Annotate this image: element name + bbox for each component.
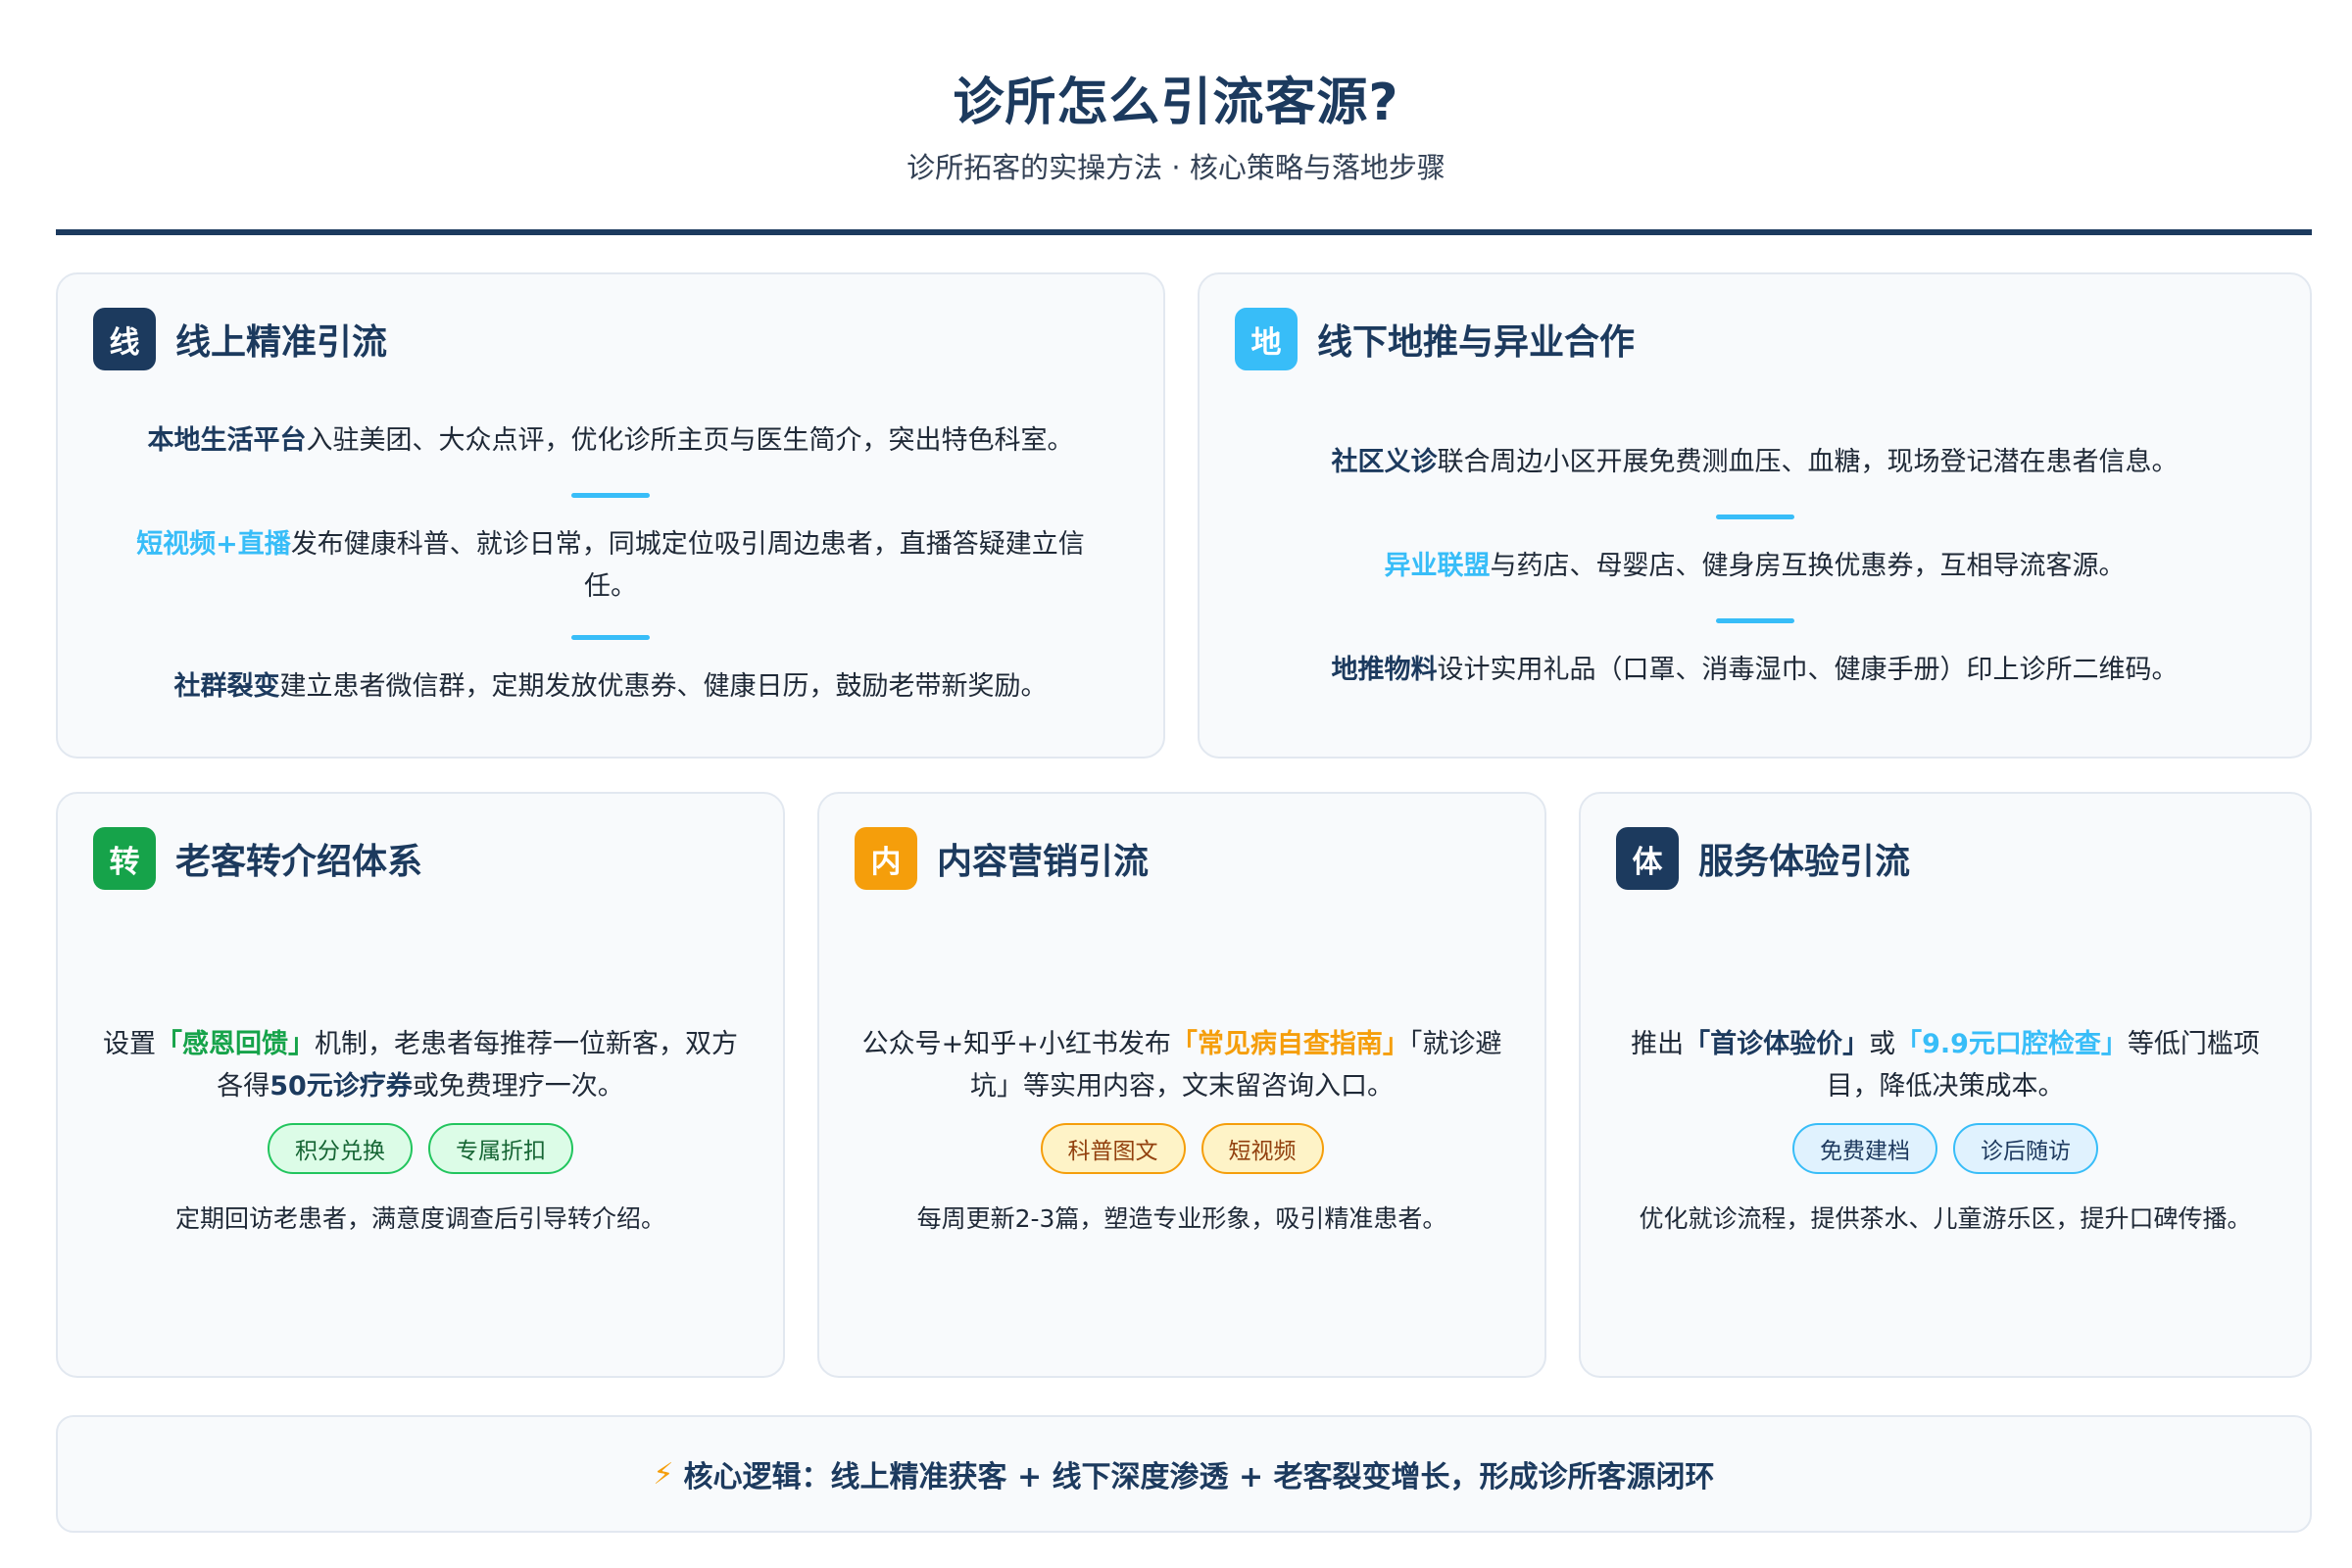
badge-icon: 体: [1616, 827, 1679, 890]
highlight-text: 「9.9元口腔检查」: [1895, 1029, 2128, 1059]
item-text: 发布健康科普、就诊日常，同城定位吸引周边患者，直播答疑建立信任。: [290, 529, 1085, 602]
tag: 科普图文: [1040, 1123, 1186, 1174]
highlight-text: 「感恩回馈」: [156, 1029, 315, 1059]
text-segment: 或: [1869, 1029, 1896, 1059]
item-key: 地推物料: [1331, 655, 1438, 685]
text-segment: 公众号+知乎+小红书发布: [861, 1029, 1171, 1059]
badge-icon: 转: [93, 827, 156, 890]
offline-item: 异业联盟与药店、母婴店、健身房互换优惠券，互相导流客源。: [1200, 545, 2310, 587]
item-text: 联合周边小区开展免费测血压、血糖，现场登记潜在患者信息。: [1437, 447, 2179, 477]
highlight-text: 50元诊疗券: [270, 1071, 413, 1102]
footer-summary: ⚡ 核心逻辑：线上精准获客 + 线下深度渗透 + 老客裂变增长，形成诊所客源闭环: [56, 1415, 2312, 1533]
service-tags: 免费建档 诊后随访: [1581, 1123, 2310, 1174]
card-offline-title: 线下地推与异业合作: [1317, 322, 1636, 363]
card-content: 内 内容营销引流 公众号+知乎+小红书发布「常见病自查指南」「就诊避坑」等实用内…: [817, 792, 1546, 1378]
item-key: 本地生活平台: [147, 425, 307, 456]
online-item: 社群裂变建立患者微信群，定期发放优惠券、健康日历，鼓励老带新奖励。: [58, 665, 1163, 708]
card-online: 线 线上精准引流 本地生活平台入驻美团、大众点评，优化诊所主页与医生简介，突出特…: [56, 272, 1165, 759]
text-segment: 设置: [103, 1029, 156, 1059]
offline-item: 社区义诊联合周边小区开展免费测血压、血糖，现场登记潜在患者信息。: [1200, 441, 2310, 483]
referral-body: 设置「感恩回馈」机制，老患者每推荐一位新客，双方各得50元诊疗券或免费理疗一次。: [97, 1023, 744, 1107]
offline-items: 社区义诊联合周边小区开展免费测血压、血糖，现场登记潜在患者信息。 异业联盟与药店…: [1200, 441, 2310, 691]
tag: 积分兑换: [268, 1123, 413, 1174]
lightning-icon: ⚡: [653, 1456, 674, 1492]
card-online-header: 线 线上精准引流: [93, 308, 387, 370]
badge-icon: 线: [93, 308, 156, 370]
item-key: 社区义诊: [1331, 447, 1438, 477]
tag: 专属折扣: [428, 1123, 573, 1174]
footer-text: 核心逻辑：线上精准获客 + 线下深度渗透 + 老客裂变增长，形成诊所客源闭环: [683, 1460, 1715, 1494]
badge-icon: 内: [855, 827, 917, 890]
card-referral-title: 老客转介绍体系: [175, 842, 423, 882]
card-content-title: 内容营销引流: [937, 842, 1150, 882]
card-referral: 转 老客转介绍体系 设置「感恩回馈」机制，老患者每推荐一位新客，双方各得50元诊…: [56, 792, 785, 1378]
tag: 诊后随访: [1953, 1123, 2098, 1174]
card-service-title: 服务体验引流: [1698, 842, 1911, 882]
item-text: 设计实用礼品（口罩、消毒湿巾、健康手册）印上诊所二维码。: [1437, 655, 2179, 685]
card-online-title: 线上精准引流: [175, 322, 388, 363]
item-key: 短视频+直播: [136, 529, 291, 560]
item-divider: [1715, 514, 1794, 519]
badge-icon: 地: [1235, 308, 1298, 370]
card-content-header: 内 内容营销引流: [855, 827, 1149, 890]
page-subtitle: 诊所拓客的实操方法 · 核心策略与落地步骤: [906, 151, 1446, 184]
tag: 免费建档: [1792, 1123, 1937, 1174]
card-offline-header: 地 线下地推与异业合作: [1235, 308, 1635, 370]
highlight-text: 「首诊体验价」: [1684, 1029, 1870, 1059]
tag: 短视频: [1200, 1123, 1324, 1174]
content-body: 公众号+知乎+小红书发布「常见病自查指南」「就诊避坑」等实用内容，文末留咨询入口…: [858, 1023, 1505, 1107]
offline-item: 地推物料设计实用礼品（口罩、消毒湿巾、健康手册）印上诊所二维码。: [1200, 649, 2310, 691]
item-text: 与药店、母婴店、健身房互换优惠券，互相导流客源。: [1490, 551, 2126, 581]
content-note: 每周更新2-3篇，塑造专业形象，吸引精准患者。: [916, 1204, 1447, 1233]
card-referral-header: 转 老客转介绍体系: [93, 827, 422, 890]
content-tags: 科普图文 短视频: [819, 1123, 1544, 1174]
card-service-header: 体 服务体验引流: [1616, 827, 1910, 890]
highlight-text: 「常见病自查指南」: [1170, 1029, 1409, 1059]
item-divider: [1715, 618, 1794, 623]
page-title: 诊所怎么引流客源?: [953, 74, 1399, 132]
online-items: 本地生活平台入驻美团、大众点评，优化诊所主页与医生简介，突出特色科室。 短视频+…: [58, 419, 1163, 708]
card-service: 体 服务体验引流 推出「首诊体验价」或「9.9元口腔检查」等低门槛项目，降低决策…: [1579, 792, 2312, 1378]
text-segment: 推出: [1631, 1029, 1685, 1059]
item-divider: [571, 493, 650, 498]
service-note: 优化就诊流程，提供茶水、儿童游乐区，提升口碑传播。: [1639, 1204, 2252, 1233]
item-text: 入驻美团、大众点评，优化诊所主页与医生简介，突出特色科室。: [306, 425, 1074, 456]
online-item: 本地生活平台入驻美团、大众点评，优化诊所主页与医生简介，突出特色科室。: [58, 419, 1163, 462]
referral-tags: 积分兑换 专属折扣: [58, 1123, 783, 1174]
item-key: 异业联盟: [1384, 551, 1491, 581]
item-key: 社群裂变: [173, 671, 280, 702]
online-item: 短视频+直播发布健康科普、就诊日常，同城定位吸引周边患者，直播答疑建立信任。: [58, 523, 1163, 608]
service-body: 推出「首诊体验价」或「9.9元口腔检查」等低门槛项目，降低决策成本。: [1620, 1023, 2271, 1107]
item-divider: [571, 635, 650, 640]
item-text: 建立患者微信群，定期发放优惠券、健康日历，鼓励老带新奖励。: [279, 671, 1048, 702]
header-divider: [56, 229, 2312, 235]
referral-note: 定期回访老患者，满意度调查后引导转介绍。: [174, 1204, 665, 1233]
text-segment: 或免费理疗一次。: [412, 1071, 624, 1102]
card-offline: 地 线下地推与异业合作 社区义诊联合周边小区开展免费测血压、血糖，现场登记潜在患…: [1198, 272, 2312, 759]
